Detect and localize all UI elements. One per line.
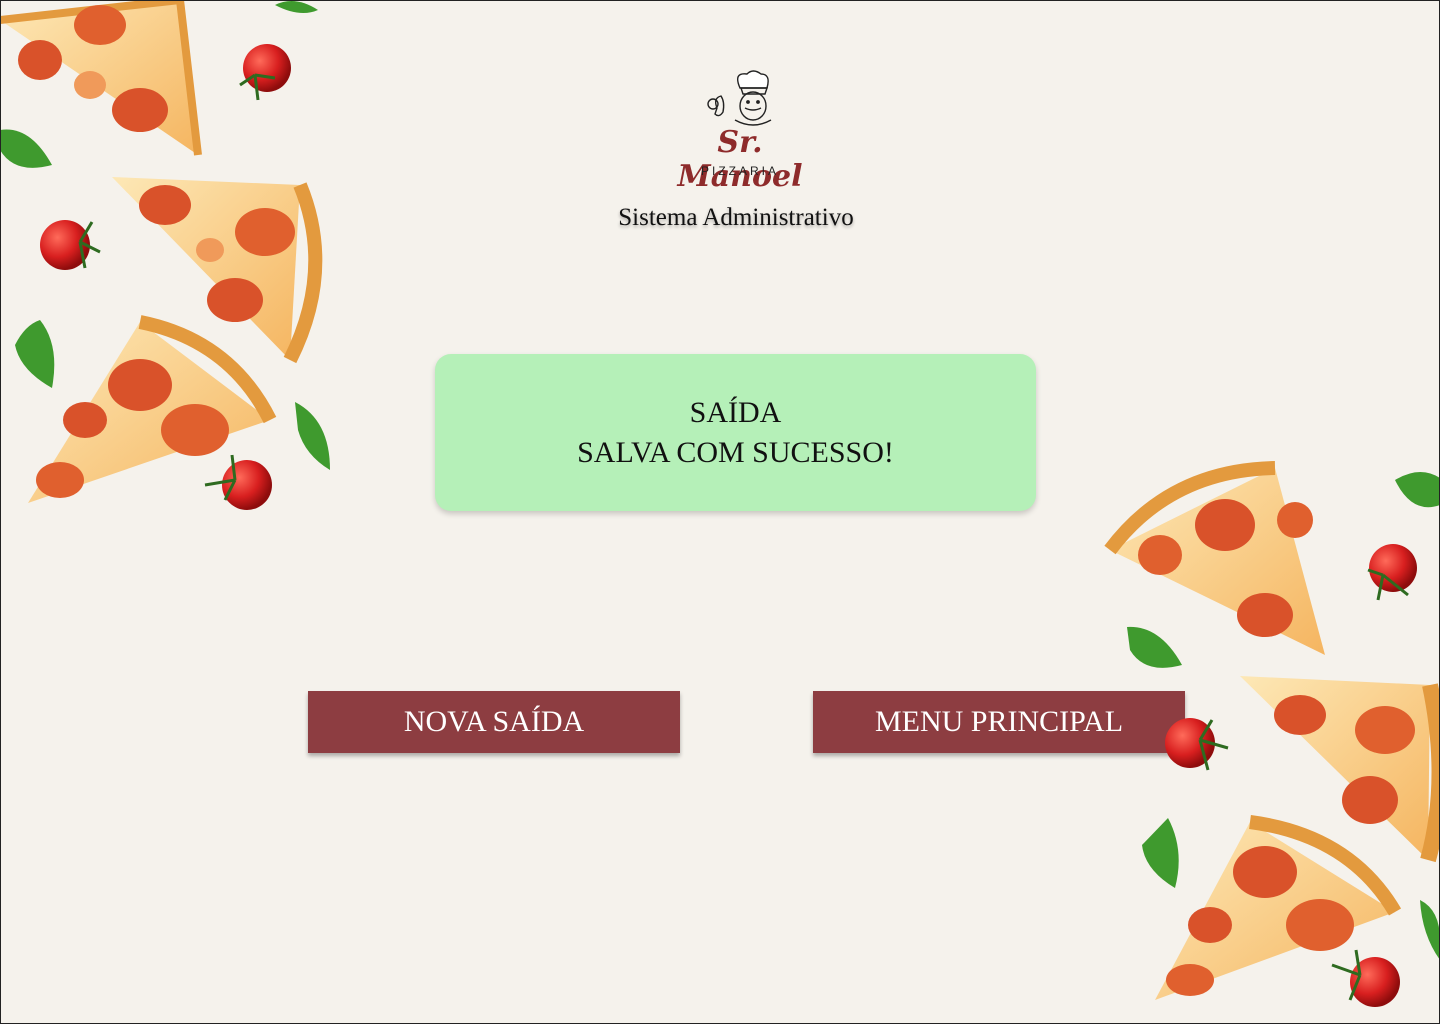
main-menu-button[interactable]: MENU PRINCIPAL xyxy=(813,691,1185,753)
page-subtitle: Sistema Administrativo xyxy=(618,204,854,231)
pizza-slice-icon xyxy=(0,0,202,156)
brand-name: Sr. Manoel xyxy=(677,125,803,194)
brand-subtitle: PIZZARIA xyxy=(700,164,779,178)
success-message-line2: SALVA COM SUCESSO! xyxy=(577,435,894,469)
new-exit-button[interactable]: NOVA SAÍDA xyxy=(308,691,680,753)
pizza-slice-icon xyxy=(1104,461,1325,655)
success-message-box: SAÍDA SALVA COM SUCESSO! xyxy=(435,354,1036,511)
brand-logo: Sr. Manoel PIZZARIA xyxy=(655,68,825,194)
chef-icon xyxy=(707,70,772,126)
success-message-line1: SAÍDA xyxy=(689,395,782,429)
